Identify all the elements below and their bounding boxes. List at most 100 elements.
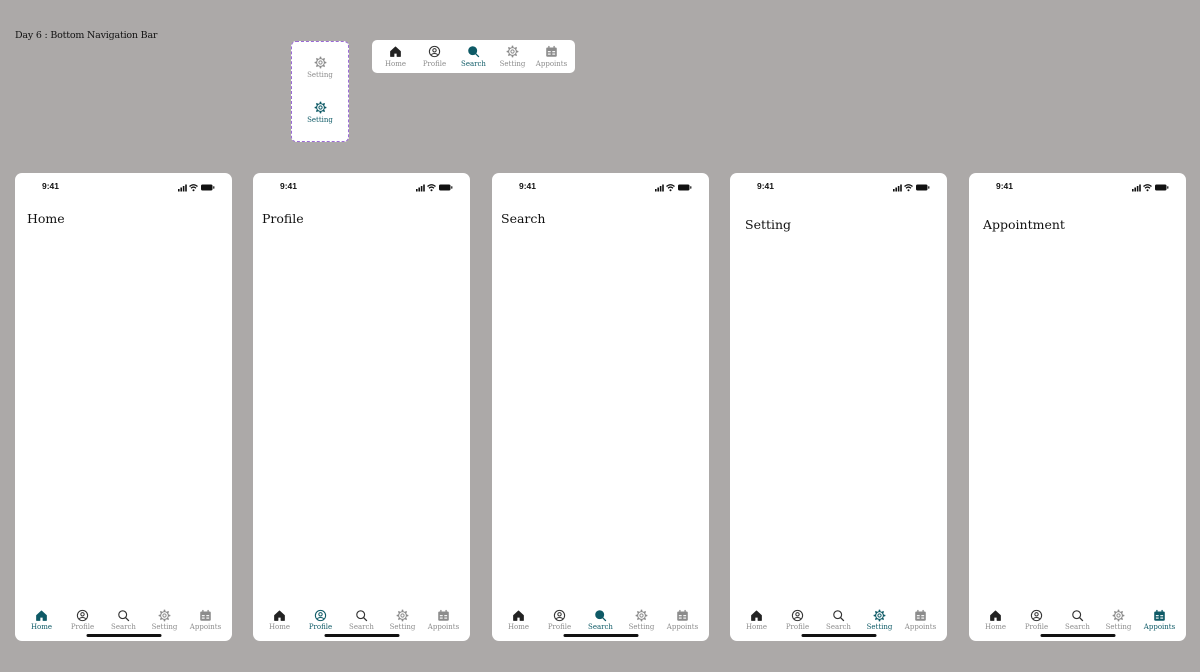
tab-label: Search: [588, 623, 613, 631]
tab-profile[interactable]: Profile: [541, 609, 579, 631]
gear-icon: [314, 56, 327, 69]
tab-label: Setting: [389, 623, 416, 631]
status-time: 9:41: [519, 181, 537, 191]
home-icon: [989, 609, 1002, 622]
canvas-title: Day 6 : Bottom Navigation Bar: [15, 30, 158, 41]
status-bar: 9:41: [969, 180, 1186, 194]
tab-appoints[interactable]: Appoints: [187, 609, 225, 631]
home-icon: [512, 609, 525, 622]
tab-profile[interactable]: Profile: [1018, 609, 1056, 631]
status-time: 9:41: [42, 181, 60, 191]
calendar-icon: [199, 609, 212, 622]
tab-setting[interactable]: Setting: [494, 45, 532, 68]
bottom-nav-component: Home Profile Search Setting Appoints: [372, 40, 575, 73]
tab-home[interactable]: Home: [500, 609, 538, 631]
home-icon: [273, 609, 286, 622]
tab-label: Profile: [547, 623, 572, 631]
tab-label: Setting: [499, 59, 526, 68]
tab-search[interactable]: Search: [1059, 609, 1097, 631]
tab-setting[interactable]: Setting: [623, 609, 661, 631]
page-title: Home: [27, 211, 65, 226]
tab-appoints[interactable]: Appoints: [1141, 609, 1179, 631]
page-title: Setting: [745, 217, 792, 232]
tab-label: Setting: [307, 115, 333, 124]
tab-appoints[interactable]: Appoints: [902, 609, 940, 631]
bottom-nav: Home Profile Search Setting Appoints: [969, 609, 1186, 631]
tab-home[interactable]: Home: [23, 609, 61, 631]
bottom-nav: Home Profile Search Setting Appoints: [253, 609, 470, 631]
tab-setting[interactable]: Setting: [861, 609, 899, 631]
home-indicator: [563, 634, 638, 637]
tab-label: Home: [268, 623, 291, 631]
status-bar: 9:41: [15, 180, 232, 194]
setting-tab-active[interactable]: Setting: [292, 101, 348, 124]
search-icon: [117, 609, 130, 622]
tab-label: Setting: [1105, 623, 1132, 631]
tab-label: Profile: [70, 623, 95, 631]
profile-icon: [314, 609, 327, 622]
tab-appoints[interactable]: Appoints: [425, 609, 463, 631]
calendar-icon: [914, 609, 927, 622]
bottom-nav: Home Profile Search Setting Appoints: [492, 609, 709, 631]
tab-home[interactable]: Home: [738, 609, 776, 631]
tab-home[interactable]: Home: [377, 45, 415, 68]
search-icon: [467, 45, 480, 58]
profile-icon: [553, 609, 566, 622]
tab-search[interactable]: Search: [455, 45, 493, 68]
tab-home[interactable]: Home: [261, 609, 299, 631]
tab-label: Profile: [422, 59, 447, 68]
tab-label: Home: [507, 623, 530, 631]
tab-setting[interactable]: Setting: [146, 609, 184, 631]
tab-profile[interactable]: Profile: [416, 45, 454, 68]
phone-screen-home: 9:41 Home Home Profile Search Setting Appoin…: [15, 173, 232, 641]
calendar-icon: [676, 609, 689, 622]
tab-appoints[interactable]: Appoints: [664, 609, 702, 631]
setting-tab-inactive[interactable]: Setting: [292, 56, 348, 79]
status-time: 9:41: [280, 181, 298, 191]
calendar-icon: [545, 45, 558, 58]
tab-label: Appoints: [666, 623, 699, 631]
tab-label: Appoints: [535, 59, 568, 68]
tab-label: Profile: [785, 623, 810, 631]
gear-icon: [506, 45, 519, 58]
phone-screen-appointment: 9:41 Appointment Home Profile Search Settin…: [969, 173, 1186, 641]
phone-screen-setting: 9:41 Setting Home Profile Search Setting App…: [730, 173, 947, 641]
home-icon: [35, 609, 48, 622]
profile-icon: [1030, 609, 1043, 622]
tab-label: Search: [461, 59, 486, 68]
tab-label: Appoints: [904, 623, 937, 631]
tab-home[interactable]: Home: [977, 609, 1015, 631]
profile-icon: [428, 45, 441, 58]
setting-variant-box: Setting Setting: [291, 41, 349, 142]
tab-search[interactable]: Search: [820, 609, 858, 631]
status-icons: [655, 184, 692, 192]
tab-setting[interactable]: Setting: [384, 609, 422, 631]
status-icons: [178, 184, 215, 192]
tab-label: Appoints: [1143, 623, 1176, 631]
tab-label: Home: [30, 623, 53, 631]
home-icon: [389, 45, 402, 58]
tab-search[interactable]: Search: [105, 609, 143, 631]
gear-icon: [635, 609, 648, 622]
tab-search[interactable]: Search: [343, 609, 381, 631]
home-icon: [750, 609, 763, 622]
tab-profile[interactable]: Profile: [64, 609, 102, 631]
search-icon: [594, 609, 607, 622]
tab-label: Search: [1065, 623, 1090, 631]
tab-search[interactable]: Search: [582, 609, 620, 631]
tab-label: Setting: [151, 623, 178, 631]
tab-profile[interactable]: Profile: [779, 609, 817, 631]
tab-label: Setting: [866, 623, 893, 631]
tab-profile[interactable]: Profile: [302, 609, 340, 631]
tab-label: Search: [826, 623, 851, 631]
search-icon: [1071, 609, 1084, 622]
tab-appoints[interactable]: Appoints: [533, 45, 571, 68]
tab-setting[interactable]: Setting: [1100, 609, 1138, 631]
tab-label: Profile: [308, 623, 333, 631]
home-indicator: [1040, 634, 1115, 637]
gear-icon: [314, 101, 327, 114]
status-icons: [416, 184, 453, 192]
profile-icon: [76, 609, 89, 622]
profile-icon: [791, 609, 804, 622]
tab-label: Setting: [307, 70, 333, 79]
